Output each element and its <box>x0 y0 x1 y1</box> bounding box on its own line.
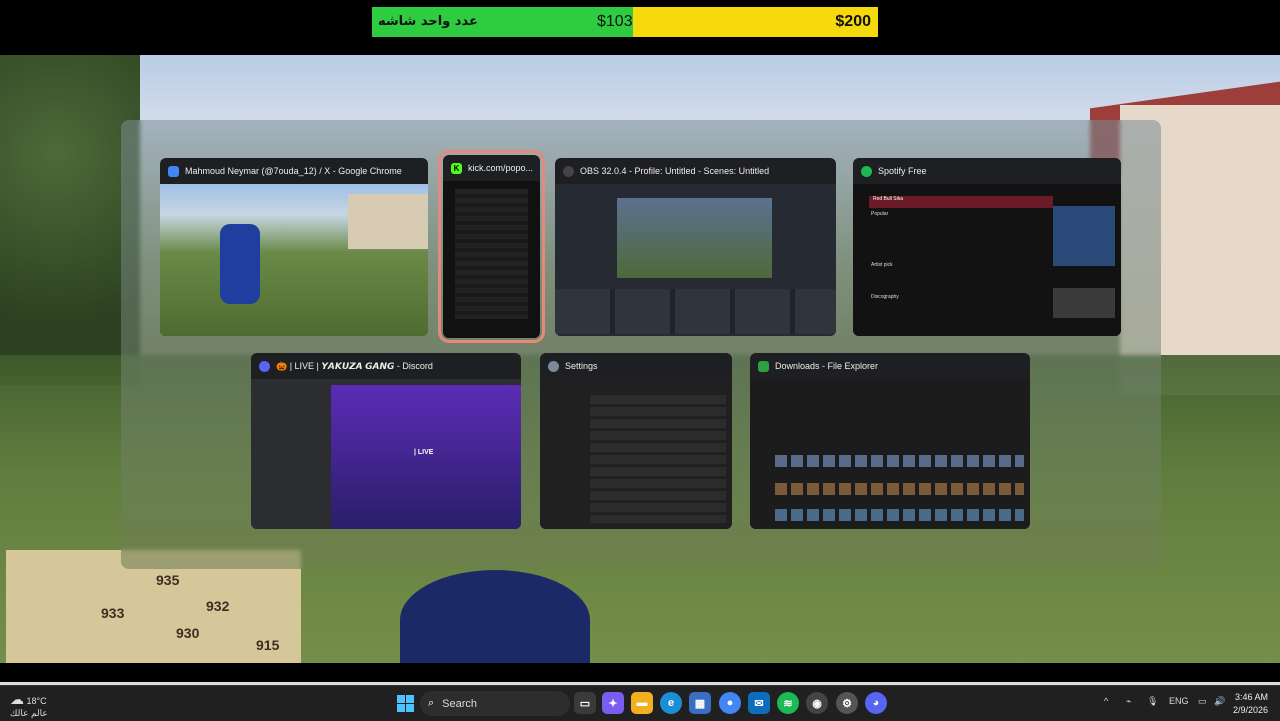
weather-widget[interactable]: ☁ 18°C عالم عالك <box>10 691 48 719</box>
window-preview: Red Bull Sika Popular Artist pick Discog… <box>853 184 1121 336</box>
time: 3:46 AM <box>1234 692 1268 702</box>
window-file-explorer[interactable]: Downloads - File Explorer <box>750 353 1030 529</box>
goal-label: عدد واحد شاشه <box>378 14 478 29</box>
copilot-button[interactable]: ✦ <box>602 692 624 714</box>
clock[interactable]: 3:46 AM 2/9/2026 <box>1233 691 1268 717</box>
spotify-icon: ≋ <box>783 697 793 710</box>
window-title: Settings <box>565 361 598 371</box>
stream-overlay-bar: عدد واحد شاشه $103.00 $200 <box>0 0 1280 55</box>
window-spotify[interactable]: Spotify Free Red Bull Sika Popular Artis… <box>853 158 1121 336</box>
obs-icon: ◉ <box>812 697 822 710</box>
window-kick[interactable]: K kick.com/popo... <box>438 150 545 343</box>
taskbar: ☁ 18°C عالم عالك ⌕ Search ▭ ✦ ▬ e ▦ ● ✉ … <box>0 685 1280 721</box>
cloud-icon: ☁ <box>10 691 24 707</box>
language-indicator[interactable]: ENG <box>1169 696 1189 706</box>
settings-icon <box>548 360 559 372</box>
window-preview <box>160 184 428 336</box>
goal-remaining: $200 <box>633 7 878 37</box>
task-view-icon: ▭ <box>579 697 591 710</box>
edge-icon: e <box>667 697 675 709</box>
chrome-icon <box>168 165 179 177</box>
window-preview <box>750 379 1030 529</box>
window-title: kick.com/popo... <box>468 163 534 173</box>
weather-temp: 18°C <box>26 696 47 706</box>
settings-taskbar-button[interactable]: ⚙ <box>836 692 858 714</box>
window-preview <box>540 379 732 529</box>
mail-button[interactable]: ✉ <box>748 692 770 714</box>
window-preview <box>443 181 540 338</box>
obs-icon <box>563 165 574 177</box>
start-button[interactable] <box>394 692 416 714</box>
map-number: 933 <box>101 605 125 621</box>
player-character <box>400 570 590 663</box>
search-icon: ⌕ <box>428 697 435 709</box>
volume-icon[interactable]: 🔊 <box>1214 696 1225 707</box>
window-chrome[interactable]: Mahmoud Neymar (@7ouda_12) / X - Google … <box>160 158 428 336</box>
windows-icon <box>396 694 414 712</box>
copilot-icon: ✦ <box>608 697 618 710</box>
search-label: Search <box>442 697 478 710</box>
window-discord[interactable]: 🎃 | LIVE | 𝙔𝘼𝙆𝙐𝙕𝘼 𝙂𝘼𝙉𝙂 - Discord | LIVE <box>251 353 521 529</box>
window-title: Spotify Free <box>878 166 927 176</box>
edge-button[interactable]: e <box>660 692 682 714</box>
discord-live-label: | LIVE <box>414 449 434 456</box>
task-view-button[interactable]: ▭ <box>574 692 596 714</box>
network-icon[interactable]: ⌁ <box>1126 696 1131 707</box>
discord-taskbar-button[interactable]: ◕ <box>865 692 887 714</box>
goal-progress-fill: عدد واحد شاشه $103.00 <box>372 7 655 37</box>
window-title: Downloads - File Explorer <box>775 361 879 371</box>
kick-icon: K <box>451 162 462 174</box>
map-number: 932 <box>206 598 230 614</box>
mail-icon: ✉ <box>754 697 764 710</box>
window-settings[interactable]: Settings <box>540 353 732 529</box>
discord-icon <box>259 360 270 372</box>
chrome-taskbar-button[interactable]: ● <box>719 692 741 714</box>
donation-goal-bar: عدد واحد شاشه $103.00 $200 <box>372 7 878 37</box>
window-title: OBS 32.0.4 - Profile: Untitled - Scenes:… <box>580 166 770 176</box>
file-explorer-button[interactable]: ▬ <box>631 692 653 714</box>
window-preview: | LIVE <box>251 379 521 529</box>
obs-taskbar-button[interactable]: ◉ <box>806 692 828 714</box>
tree <box>0 55 140 385</box>
window-preview <box>555 184 836 336</box>
weather-desc: عالم عالك <box>10 708 48 718</box>
window-title: Mahmoud Neymar (@7ouda_12) / X - Google … <box>185 166 402 176</box>
spotify-icon <box>861 165 872 177</box>
spotify-artist: Red Bull Sika <box>869 196 1053 208</box>
microphone-icon[interactable]: 🎙 <box>1147 696 1158 707</box>
map-number: 935 <box>156 572 180 588</box>
chevron-up-icon[interactable]: ^ <box>1104 696 1108 706</box>
search-box[interactable]: ⌕ Search <box>420 691 570 716</box>
spotify-taskbar-button[interactable]: ≋ <box>777 692 799 714</box>
folder-icon: ▬ <box>636 697 648 709</box>
gear-icon: ⚙ <box>842 697 852 710</box>
store-icon: ▦ <box>694 697 706 710</box>
goal-target-amount: $200 <box>835 13 871 30</box>
display-icon[interactable]: ▭ <box>1198 696 1207 707</box>
map-number: 915 <box>256 637 280 653</box>
folder-icon <box>758 360 769 372</box>
window-obs[interactable]: OBS 32.0.4 - Profile: Untitled - Scenes:… <box>555 158 836 336</box>
discord-icon: ◕ <box>872 697 880 709</box>
map-number: 930 <box>176 625 200 641</box>
chrome-icon: ● <box>726 697 734 709</box>
date: 2/9/2026 <box>1232 705 1268 715</box>
store-button[interactable]: ▦ <box>689 692 711 714</box>
window-title: 🎃 | LIVE | 𝙔𝘼𝙆𝙐𝙕𝘼 𝙂𝘼𝙉𝙂 - Discord <box>276 360 433 371</box>
